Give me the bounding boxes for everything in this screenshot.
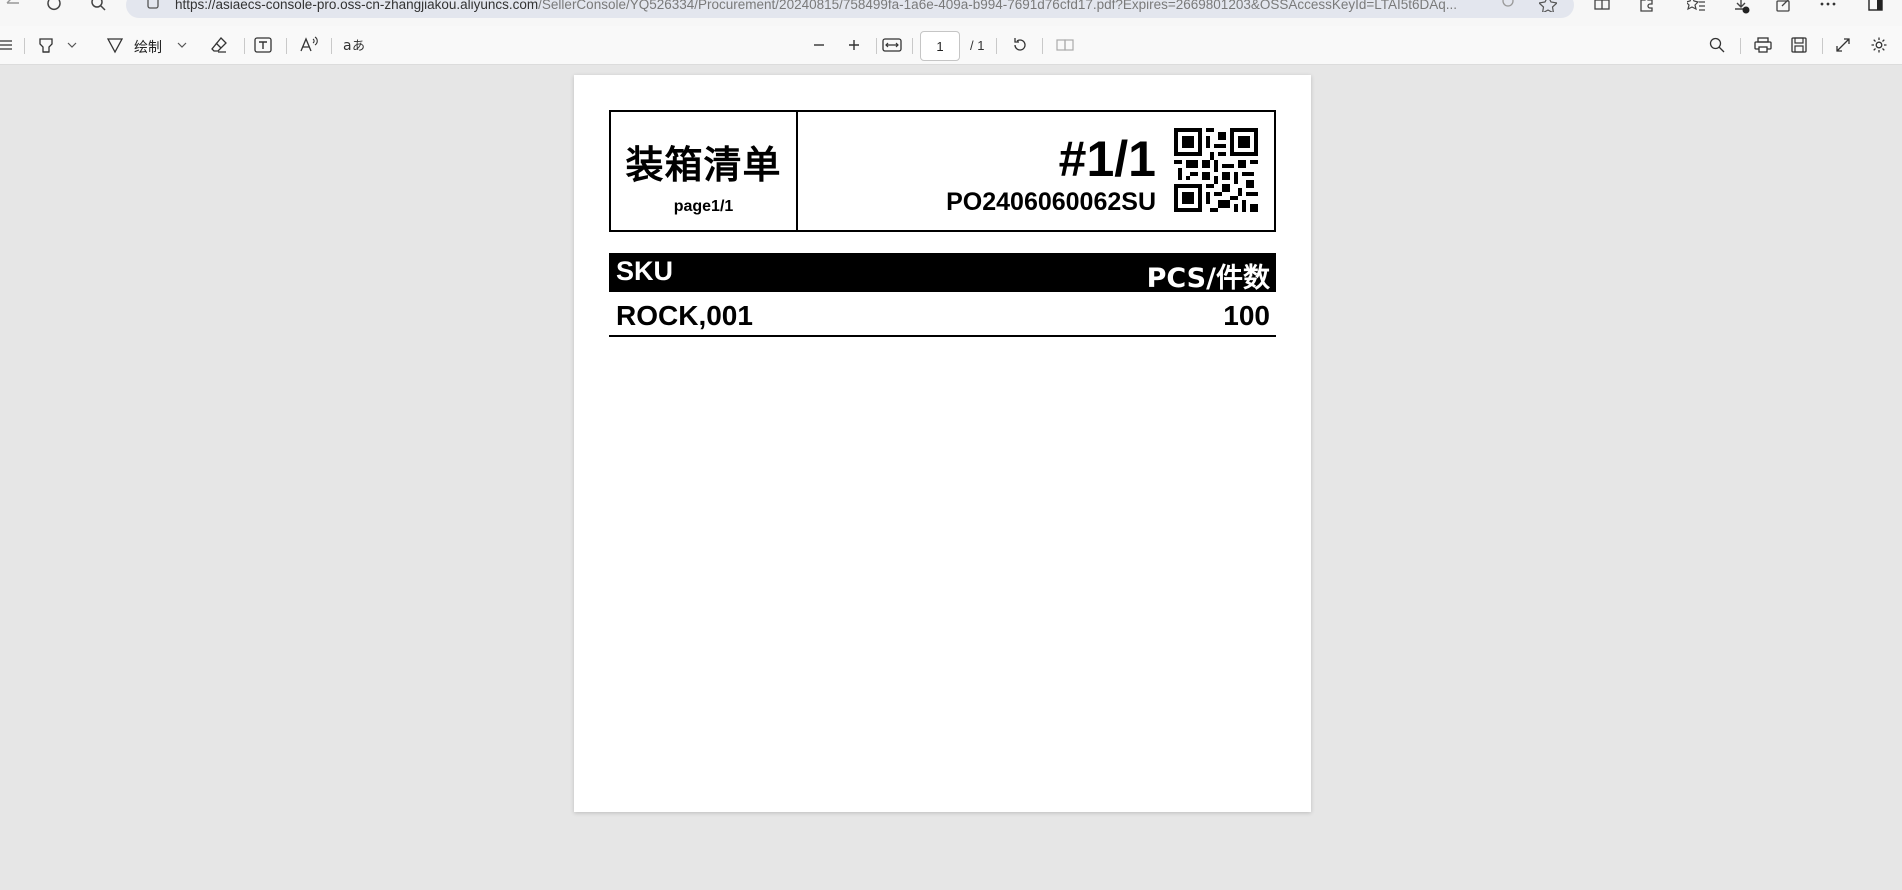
table-row: ROCK,001 100: [609, 297, 1276, 337]
reload-icon[interactable]: [44, 0, 64, 16]
add-text-icon[interactable]: [252, 34, 274, 56]
toolbar-divider: [1740, 38, 1741, 54]
toolbar-divider: [24, 38, 25, 54]
svg-text:あ: あ: [352, 39, 365, 54]
read-aloud-icon[interactable]: [297, 34, 321, 56]
zoom-icon[interactable]: [1500, 0, 1520, 16]
row-pcs: 100: [1223, 300, 1270, 331]
toolbar-divider: [876, 38, 877, 54]
favorites-list-icon[interactable]: [1686, 0, 1706, 16]
zoom-out-icon[interactable]: [808, 34, 830, 56]
share-icon[interactable]: [1774, 0, 1794, 16]
page-number-input[interactable]: [920, 31, 960, 61]
collections-icon[interactable]: [1592, 0, 1612, 16]
search-icon[interactable]: [89, 0, 109, 16]
page-view-icon[interactable]: [1054, 34, 1076, 56]
back-arrow-icon[interactable]: [2, 0, 22, 16]
toolbar-divider: [244, 38, 245, 54]
page-indicator: page1/1: [673, 198, 734, 215]
draw-icon[interactable]: [104, 34, 126, 56]
zoom-in-icon[interactable]: [843, 34, 865, 56]
page-total-label: / 1: [970, 38, 985, 53]
highlight-chevron-down-icon[interactable]: [64, 34, 80, 56]
pdf-page: 装箱清单 page1/1 #1/1 PO2406060062SU SKU PCS…: [574, 75, 1311, 812]
site-info-icon[interactable]: [145, 0, 161, 16]
pdf-toolbar: 绘制 aあ / 1: [0, 26, 1902, 65]
url-path: /SellerConsole/YQ526334/Procurement/2024…: [538, 0, 1458, 12]
toolbar-divider: [1822, 38, 1823, 54]
sidebar-icon[interactable]: [1866, 0, 1886, 16]
extensions-icon[interactable]: [1636, 0, 1656, 16]
toolbar-divider: [286, 38, 287, 54]
translate-icon[interactable]: aあ: [341, 34, 367, 56]
settings-gear-icon[interactable]: [1868, 34, 1890, 56]
favorite-star-icon[interactable]: [1538, 0, 1558, 16]
browser-address-bar: https://asiaecs-console-pro.oss-cn-zhang…: [0, 0, 1902, 26]
print-icon[interactable]: [1752, 34, 1774, 56]
column-header-pcs: PCS/件数: [1146, 263, 1270, 294]
toolbar-divider: [912, 38, 913, 54]
draw-chevron-down-icon[interactable]: [174, 34, 190, 56]
find-search-icon[interactable]: [1706, 34, 1728, 56]
svg-text:a: a: [343, 38, 352, 54]
toolbar-divider: [1042, 38, 1043, 54]
title-cell: 装箱清单 page1/1: [611, 112, 798, 230]
toolbar-divider: [996, 38, 997, 54]
rotate-icon[interactable]: [1008, 34, 1032, 56]
fullscreen-icon[interactable]: [1832, 34, 1854, 56]
packing-list-header: 装箱清单 page1/1 #1/1 PO2406060062SU: [609, 110, 1276, 232]
more-menu-icon[interactable]: [1817, 0, 1839, 16]
save-icon[interactable]: [1788, 34, 1810, 56]
url-text: https://asiaecs-console-pro.oss-cn-zhang…: [175, 0, 1485, 12]
eraser-icon[interactable]: [208, 34, 230, 56]
fit-width-icon[interactable]: [880, 34, 904, 56]
qr-code-icon: [1174, 128, 1258, 212]
column-header-sku: SKU: [616, 256, 674, 286]
contents-menu-icon[interactable]: [0, 34, 14, 56]
document-title: 装箱清单: [625, 143, 782, 187]
toolbar-divider: [331, 38, 332, 54]
table-header: SKU PCS/件数: [609, 253, 1276, 294]
row-sku: ROCK,001: [616, 300, 753, 331]
po-number: PO2406060062SU: [946, 188, 1156, 216]
draw-label[interactable]: 绘制: [134, 37, 162, 57]
highlight-icon[interactable]: [36, 34, 56, 56]
box-number: #1/1: [1058, 131, 1156, 187]
url-host: https://asiaecs-console-pro.oss-cn-zhang…: [175, 0, 539, 12]
downloads-icon[interactable]: [1732, 0, 1752, 16]
